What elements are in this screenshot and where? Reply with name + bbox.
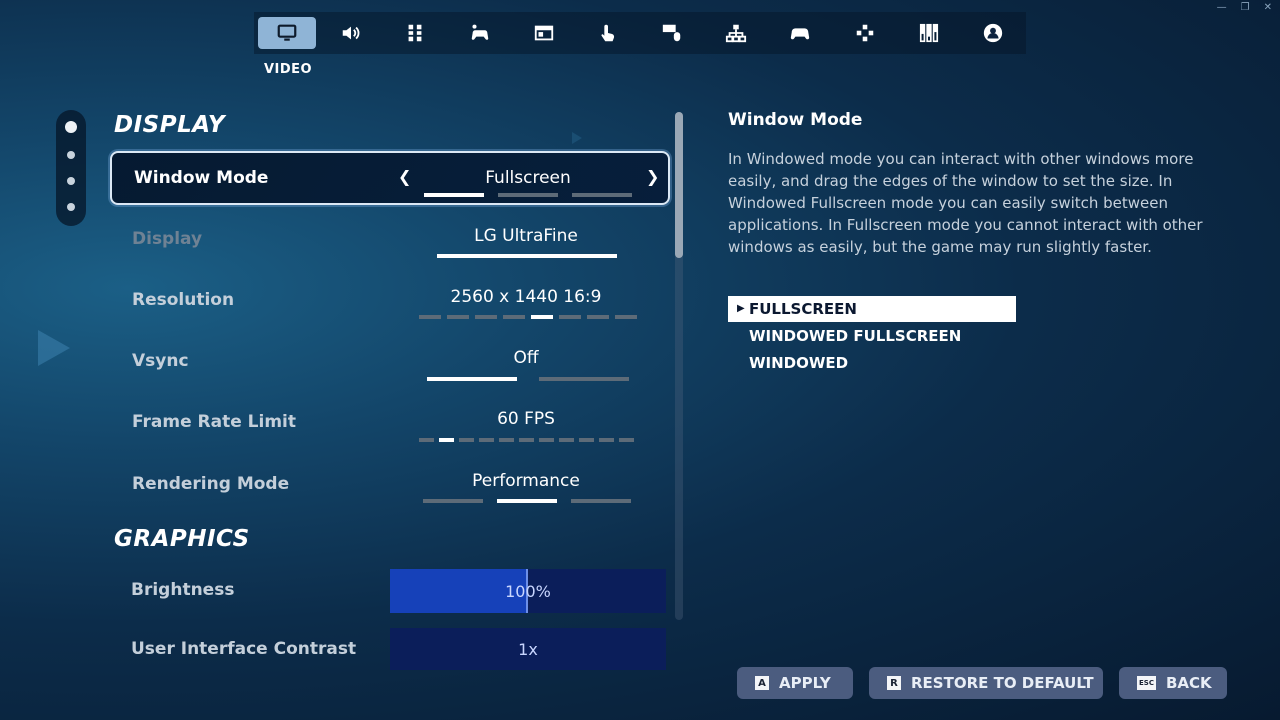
key-hint-r: R	[887, 676, 901, 690]
key-hint-esc: ESC	[1137, 676, 1156, 690]
tab-accessibility[interactable]	[451, 17, 509, 49]
tab-equalizer[interactable]	[900, 17, 958, 49]
setting-value: Off	[513, 348, 539, 368]
detail-title: Window Mode	[728, 110, 863, 130]
option-fullscreen[interactable]: ▶ FULLSCREEN	[728, 296, 1016, 322]
apply-button[interactable]: A APPLY	[737, 667, 853, 699]
option-indicator	[419, 438, 634, 442]
option-label: FULLSCREEN	[749, 300, 857, 318]
caret-right-icon: ▶	[737, 303, 745, 314]
setting-frame-rate-limit[interactable]: Frame Rate Limit 60 FPS	[110, 395, 670, 449]
touch-icon	[601, 24, 614, 42]
option-indicator	[419, 315, 637, 319]
setting-label: Resolution	[132, 290, 235, 310]
scrollbar-thumb[interactable]	[675, 112, 683, 258]
background-decoration	[38, 330, 70, 366]
window-controls: — ❐ ✕	[1217, 2, 1272, 13]
tab-dpad[interactable]	[836, 17, 894, 49]
restore-icon[interactable]: ❐	[1241, 2, 1250, 13]
game-ui-icon	[408, 24, 422, 42]
setting-resolution[interactable]: Resolution 2560 x 1440 16:9	[110, 273, 670, 327]
account-icon	[983, 23, 1003, 43]
equalizer-icon	[919, 23, 938, 43]
setting-label: Rendering Mode	[132, 474, 290, 494]
background-decoration	[572, 132, 582, 144]
tab-window[interactable]	[515, 17, 573, 49]
detail-options-list: ▶ FULLSCREEN WINDOWED FULLSCREEN WINDOWE…	[728, 296, 1016, 377]
setting-value: LG UltraFine	[474, 226, 578, 246]
tab-network[interactable]	[707, 17, 765, 49]
setting-display[interactable]: Display LG UltraFine	[110, 212, 670, 266]
monitor-icon	[277, 24, 297, 41]
network-icon	[726, 24, 747, 43]
setting-window-mode[interactable]: Window Mode ❮ Fullscreen ❯	[110, 151, 670, 205]
ui-contrast-slider[interactable]: 1x	[390, 628, 666, 670]
chevron-right-icon[interactable]: ❯	[646, 167, 659, 186]
detail-description: In Windowed mode you can interact with o…	[728, 150, 1203, 256]
setting-label: Frame Rate Limit	[132, 412, 297, 432]
option-windowed-fullscreen[interactable]: WINDOWED FULLSCREEN	[728, 323, 1016, 349]
tab-video[interactable]	[258, 17, 316, 49]
tab-game-ui[interactable]	[386, 17, 444, 49]
minimize-icon[interactable]: —	[1217, 2, 1227, 13]
brightness-slider[interactable]: 100%	[390, 569, 666, 613]
option-windowed[interactable]: WINDOWED	[728, 350, 1016, 376]
section-title-display: DISPLAY	[114, 112, 226, 138]
speaker-icon	[342, 26, 360, 40]
button-label: BACK	[1165, 674, 1212, 692]
window-icon	[534, 25, 553, 41]
section-title-graphics: GRAPHICS	[114, 526, 250, 552]
setting-vsync[interactable]: Vsync Off	[110, 334, 670, 388]
option-indicator	[423, 499, 631, 503]
close-icon[interactable]: ✕	[1264, 2, 1272, 13]
settings-scrollbar[interactable]	[675, 112, 683, 620]
setting-label: Window Mode	[134, 168, 269, 188]
dpad-icon	[856, 24, 873, 42]
tab-keyboard-mouse[interactable]	[643, 17, 701, 49]
tab-controller[interactable]	[771, 17, 829, 49]
section-dot-4[interactable]	[67, 203, 75, 211]
active-tab-label: VIDEO	[263, 62, 313, 77]
section-dot-display[interactable]	[65, 121, 77, 133]
option-indicator	[437, 254, 617, 258]
setting-value: Performance	[472, 471, 580, 491]
setting-value: 2560 x 1440 16:9	[450, 287, 602, 307]
section-dot-graphics[interactable]	[67, 151, 75, 159]
tab-account[interactable]	[964, 17, 1022, 49]
setting-rendering-mode[interactable]: Rendering Mode Performance	[110, 457, 670, 511]
option-label: WINDOWED	[749, 354, 849, 372]
section-indicator	[56, 110, 86, 226]
option-indicator	[427, 377, 629, 381]
setting-label: Display	[132, 229, 203, 249]
section-dot-3[interactable]	[67, 177, 75, 185]
setting-label: User Interface Contrast	[131, 639, 357, 659]
button-label: APPLY	[779, 674, 831, 692]
option-indicator	[424, 193, 632, 197]
button-label: RESTORE TO DEFAULT	[911, 674, 1094, 692]
slider-value: 100%	[505, 581, 551, 601]
key-hint-a: A	[755, 676, 769, 690]
setting-value: Fullscreen	[485, 168, 571, 188]
setting-label: Vsync	[132, 351, 189, 371]
back-button[interactable]: ESC BACK	[1119, 667, 1227, 699]
accessibility-controller-icon	[471, 24, 488, 40]
option-label: WINDOWED FULLSCREEN	[749, 327, 962, 345]
keyboard-mouse-icon	[662, 24, 681, 42]
tab-audio[interactable]	[322, 17, 380, 49]
tab-touch[interactable]	[579, 17, 637, 49]
chevron-left-icon[interactable]: ❮	[398, 167, 411, 186]
setting-label: Brightness	[131, 580, 235, 600]
setting-value: 60 FPS	[497, 409, 555, 429]
top-nav	[254, 12, 1026, 54]
controller-icon	[791, 28, 810, 40]
slider-value: 1x	[518, 639, 538, 659]
restore-default-button[interactable]: R RESTORE TO DEFAULT	[869, 667, 1103, 699]
